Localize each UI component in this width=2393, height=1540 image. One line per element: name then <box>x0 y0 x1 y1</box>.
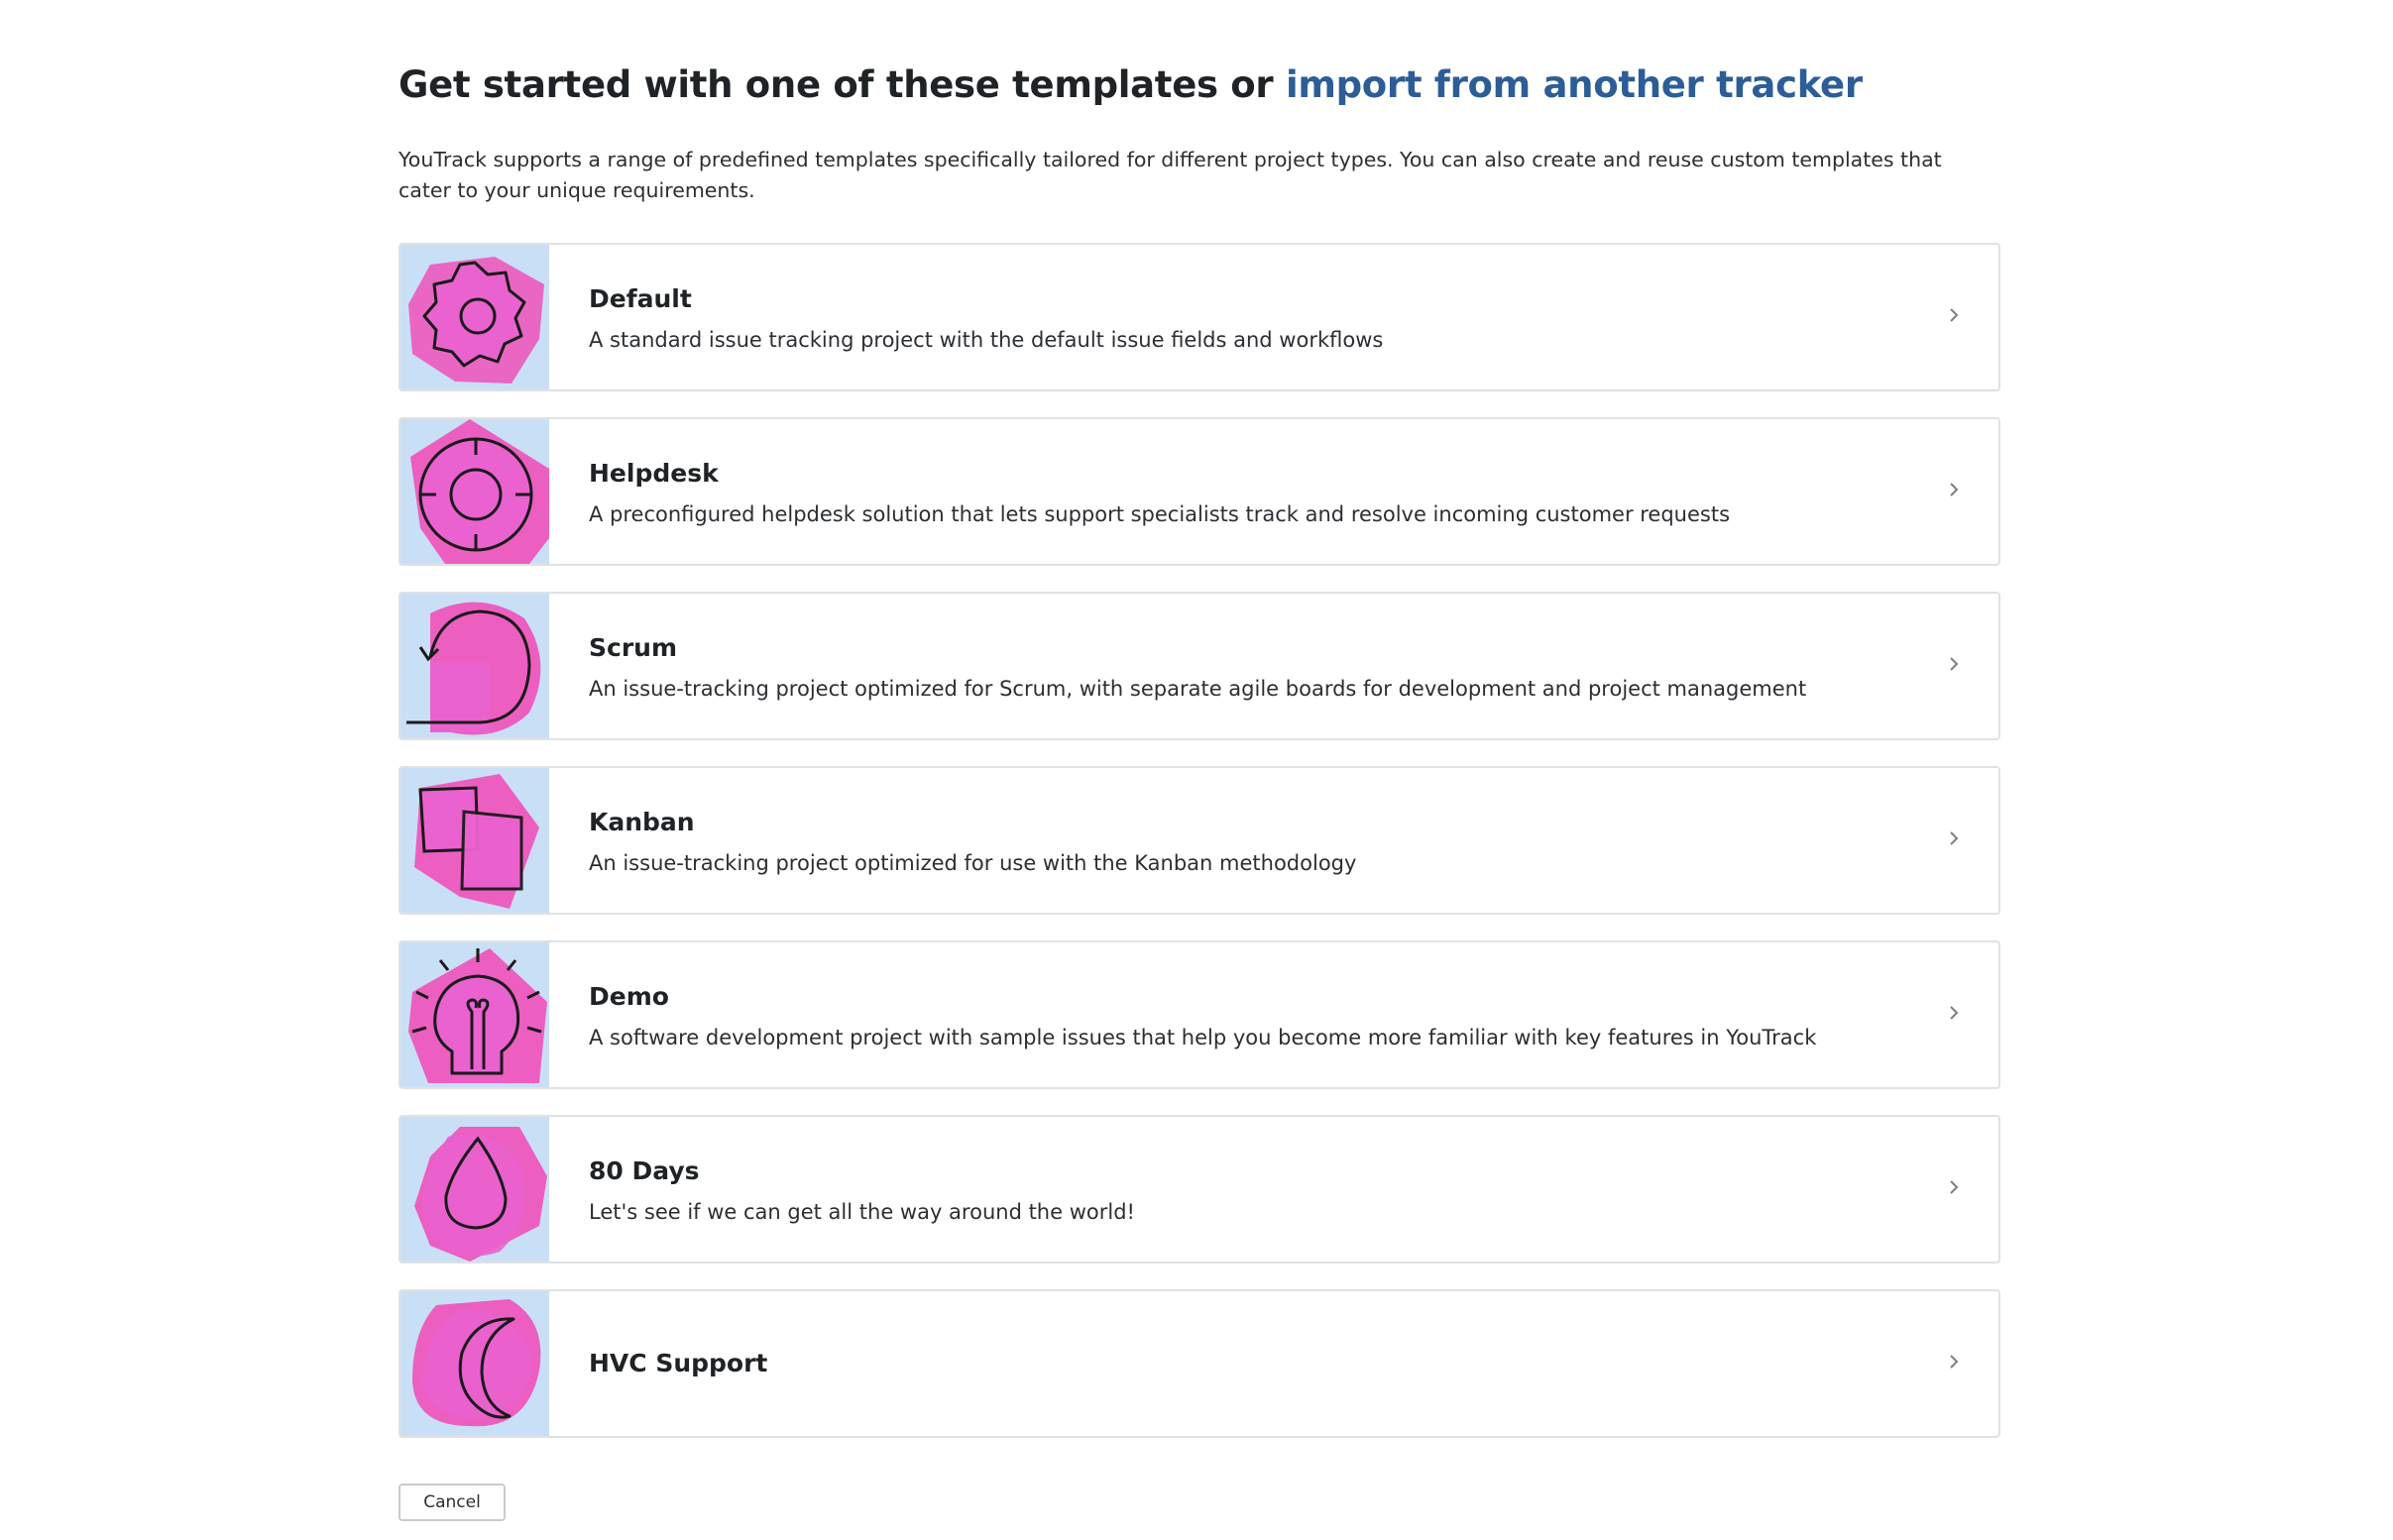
chevron-right-icon <box>1950 657 1959 671</box>
template-card-hvc-support[interactable]: HVC Support <box>399 1289 2000 1438</box>
gear-icon <box>400 245 549 389</box>
chevron-right-icon <box>1950 1180 1959 1194</box>
template-card-kanban[interactable]: Kanban An issue-tracking project optimiz… <box>399 766 2000 915</box>
template-title: Default <box>589 284 692 313</box>
lifebuoy-icon <box>400 419 549 564</box>
page-title-text: Get started with one of these templates … <box>399 63 1286 106</box>
template-description: A software development project with samp… <box>589 1026 1817 1049</box>
template-description: An issue-tracking project optimized for … <box>589 851 1357 875</box>
cancel-button[interactable]: Cancel <box>399 1484 506 1521</box>
template-list: Default A standard issue tracking projec… <box>399 243 2000 1464</box>
drop-icon <box>400 1117 549 1262</box>
template-description: Let's see if we can get all the way arou… <box>589 1200 1135 1224</box>
loop-arrow-icon <box>400 594 549 738</box>
template-title: Demo <box>589 982 669 1011</box>
template-card-default[interactable]: Default A standard issue tracking projec… <box>399 243 2000 391</box>
template-description: A standard issue tracking project with t… <box>589 328 1384 352</box>
cards-icon <box>400 768 549 913</box>
page-title: Get started with one of these templates … <box>399 63 1863 106</box>
moon-icon <box>400 1291 549 1436</box>
import-link[interactable]: import from another tracker <box>1286 63 1863 106</box>
lightbulb-icon <box>400 942 549 1087</box>
chevron-right-icon <box>1950 1006 1959 1020</box>
template-title: Scrum <box>589 633 678 662</box>
template-title: Helpdesk <box>589 459 719 488</box>
template-description: An issue-tracking project optimized for … <box>589 677 1807 701</box>
intro-text: YouTrack supports a range of predefined … <box>399 148 1942 202</box>
chevron-right-icon <box>1950 1355 1959 1369</box>
template-title: 80 Days <box>589 1156 700 1185</box>
template-card-scrum[interactable]: Scrum An issue-tracking project optimize… <box>399 592 2000 740</box>
template-title: HVC Support <box>589 1349 768 1377</box>
template-card-80-days[interactable]: 80 Days Let's see if we can get all the … <box>399 1115 2000 1264</box>
template-title: Kanban <box>589 808 695 836</box>
template-description: A preconfigured helpdesk solution that l… <box>589 502 1731 526</box>
template-card-demo[interactable]: Demo A software development project with… <box>399 940 2000 1089</box>
template-card-helpdesk[interactable]: Helpdesk A preconfigured helpdesk soluti… <box>399 417 2000 566</box>
chevron-right-icon <box>1950 831 1959 845</box>
chevron-right-icon <box>1950 308 1959 322</box>
chevron-right-icon <box>1950 483 1959 496</box>
